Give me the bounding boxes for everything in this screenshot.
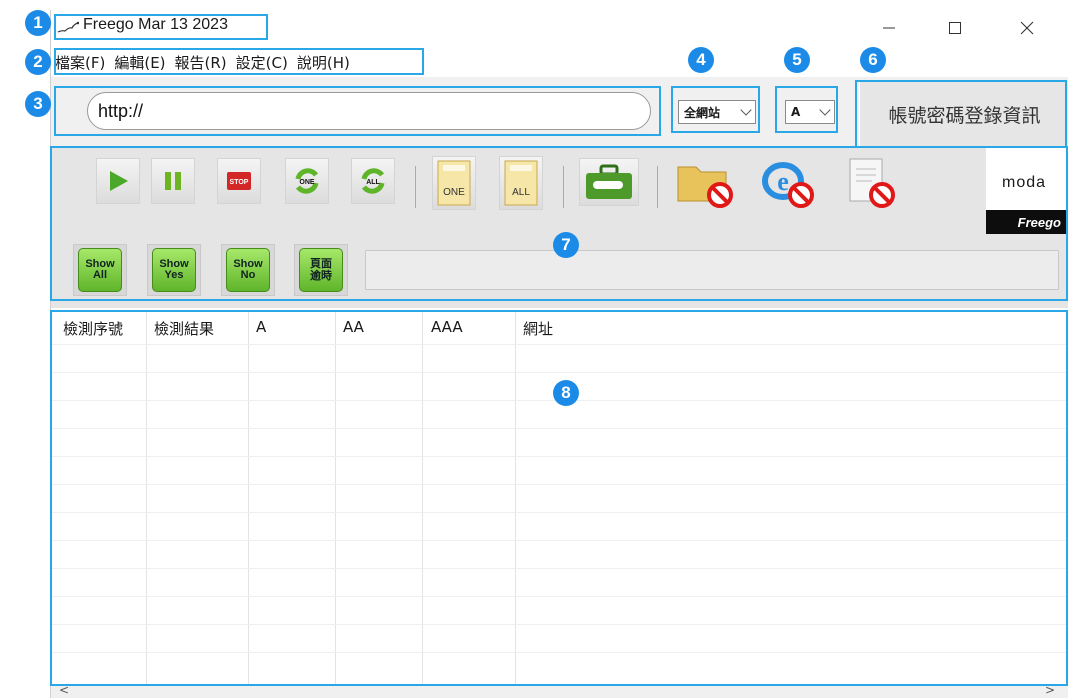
refresh-all-label: ALL [366, 179, 380, 186]
folder-blocked-button[interactable] [673, 154, 739, 210]
level-select-value: A [791, 105, 801, 119]
refresh-all-button[interactable]: ALL [351, 158, 395, 204]
callout-3: 3 [25, 91, 51, 117]
callout-4: 4 [688, 47, 714, 73]
moda-wordmark: moda [1002, 174, 1047, 191]
ie-blocked-button[interactable]: e [754, 154, 820, 210]
stop-button[interactable]: STOP [217, 158, 261, 204]
chevron-down-icon [819, 104, 831, 116]
column-header-result[interactable]: 檢測結果 [154, 318, 214, 339]
menu-report[interactable]: 報告(R) [175, 52, 227, 73]
refresh-one-label: ONE [299, 179, 315, 186]
menu-edit[interactable]: 編輯(E) [114, 52, 165, 73]
ie-blocked-icon: e [762, 162, 814, 208]
filter-show-yes-wrap: Show Yes [147, 244, 201, 296]
report-one-icon: ONE [437, 160, 471, 206]
folder-blocked-icon [677, 166, 733, 208]
document-blocked-icon [849, 158, 895, 208]
toolbar-separator [657, 166, 658, 208]
report-all-button[interactable]: ALL [499, 156, 543, 210]
show-all-button[interactable]: Show All [78, 248, 122, 292]
page-timeout-label: 頁面 逾時 [310, 257, 332, 282]
results-table: 檢測序號 檢測結果 A AA AAA 網址 [51, 310, 1068, 684]
freego-logo-icon [57, 21, 79, 33]
show-yes-label: Show Yes [159, 258, 189, 281]
toolbar-separator [563, 166, 564, 208]
level-select[interactable]: A [785, 100, 835, 124]
toolbar-separator [415, 166, 416, 208]
login-info-button[interactable]: 帳號密碼登錄資訊 [859, 82, 1068, 146]
stop-icon: STOP [227, 172, 251, 190]
chevron-down-icon [740, 104, 752, 116]
menu-settings[interactable]: 設定(C) [236, 52, 288, 73]
report-one-button[interactable]: ONE [432, 156, 476, 210]
toolbox-icon [586, 164, 632, 199]
column-header-seq[interactable]: 檢測序號 [63, 318, 123, 339]
status-box [365, 250, 1059, 290]
callout-5: 5 [784, 47, 810, 73]
minimize-icon [883, 27, 895, 29]
close-button[interactable] [1007, 16, 1047, 40]
menu-bar: 檔案(F) 編輯(E) 報告(R) 設定(C) 說明(H) [55, 50, 359, 74]
stop-icon-label: STOP [230, 179, 249, 186]
filter-show-all-wrap: Show All [73, 244, 127, 296]
pause-icon [165, 172, 181, 190]
report-one-label: ONE [443, 187, 465, 198]
show-yes-button[interactable]: Show Yes [152, 248, 196, 292]
window-title: Freego Mar 13 2023 [83, 16, 228, 33]
pause-button[interactable] [151, 158, 195, 204]
show-all-label: Show All [85, 258, 115, 281]
menu-file[interactable]: 檔案(F) [55, 52, 105, 73]
horizontal-scrollbar[interactable]: < > [51, 683, 1068, 698]
moda-logo: moda Freego [986, 148, 1068, 234]
page-timeout-button[interactable]: 頁面 逾時 [299, 248, 343, 292]
callout-8: 8 [553, 380, 579, 406]
maximize-icon [949, 22, 961, 34]
start-button[interactable] [96, 158, 140, 204]
maximize-button[interactable] [935, 16, 975, 40]
menu-help[interactable]: 說明(H) [297, 52, 350, 73]
refresh-one-button[interactable]: ONE [285, 158, 329, 204]
callout-2: 2 [25, 49, 51, 75]
callout-6: 6 [860, 47, 886, 73]
callout-1: 1 [25, 10, 51, 36]
refresh-one-icon: ONE [295, 168, 319, 194]
report-all-label: ALL [512, 187, 530, 198]
close-icon [1020, 21, 1034, 35]
document-blocked-button[interactable] [837, 154, 903, 210]
minimize-button[interactable] [869, 16, 909, 40]
scope-select-value: 全網站 [684, 105, 721, 120]
column-header-a[interactable]: A [256, 318, 266, 336]
url-input[interactable] [87, 92, 651, 130]
scroll-right-icon[interactable]: > [1045, 683, 1055, 697]
start-icon [110, 171, 128, 191]
show-no-label: Show No [233, 258, 263, 281]
report-all-icon: ALL [504, 160, 538, 206]
title-bar: Freego Mar 13 2023 [51, 10, 1068, 46]
callout-7: 7 [553, 232, 579, 258]
icon-toolbar: STOP ONE ALL ONE ALL e moda Freego Show … [51, 148, 1068, 308]
app-window: Freego Mar 13 2023 檔案(F) 編輯(E) 報告(R) 設定(… [50, 10, 1068, 698]
column-header-aaa[interactable]: AAA [431, 318, 463, 336]
scope-select[interactable]: 全網站 [678, 100, 756, 124]
scroll-left-icon[interactable]: < [59, 683, 69, 697]
freego-brand-bar: Freego [986, 210, 1068, 234]
filter-timeout-wrap: 頁面 逾時 [294, 244, 348, 296]
refresh-all-icon: ALL [361, 168, 385, 194]
toolbox-button[interactable] [579, 158, 639, 206]
action-buttons: STOP ONE ALL ONE ALL e [51, 148, 981, 233]
filter-show-no-wrap: Show No [221, 244, 275, 296]
column-header-url[interactable]: 網址 [523, 318, 553, 339]
column-header-aa[interactable]: AA [343, 318, 364, 336]
svg-text:e: e [777, 167, 789, 196]
show-no-button[interactable]: Show No [226, 248, 270, 292]
